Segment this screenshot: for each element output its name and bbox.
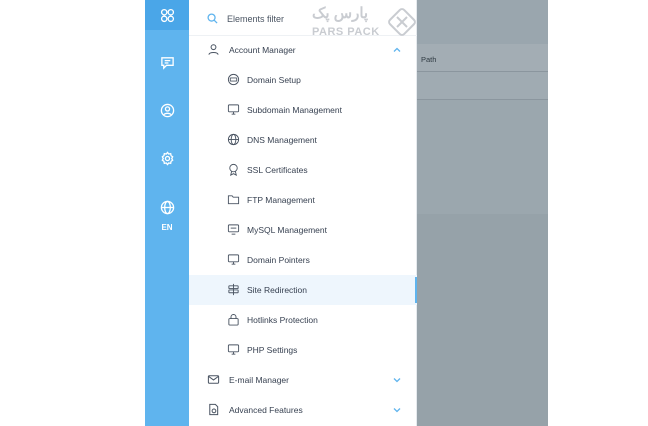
menu-item-label: Site Redirection bbox=[247, 285, 308, 295]
menu-item-hotlinks-protection[interactable]: Hotlinks Protection bbox=[189, 305, 417, 335]
content-band-lower bbox=[417, 214, 548, 426]
user-icon bbox=[160, 103, 174, 117]
menu-item-php-settings[interactable]: PHP Settings bbox=[189, 335, 417, 365]
ftp-folder-icon bbox=[227, 195, 240, 205]
menu-account-manager-label: Account Manager bbox=[229, 45, 296, 55]
globe-icon bbox=[160, 200, 174, 214]
menu-item-subdomain-management[interactable]: Subdomain Management bbox=[189, 95, 417, 125]
menu-advanced-features[interactable]: Advanced Features bbox=[189, 395, 417, 425]
menu-item-dns-management[interactable]: DNS Management bbox=[189, 125, 417, 155]
menu-email-manager-label: E-mail Manager bbox=[229, 375, 289, 385]
menu-advanced-features-label: Advanced Features bbox=[229, 405, 303, 415]
menu-item-label: Domain Pointers bbox=[247, 255, 310, 265]
dns-icon bbox=[227, 133, 240, 146]
menu-item-label: SSL Certificates bbox=[247, 165, 308, 175]
table-row-band bbox=[417, 72, 548, 100]
parspack-logo: پارس پک PARS PACK bbox=[312, 4, 422, 42]
background-content: Path bbox=[417, 0, 548, 426]
logo-farsi-text: پارس پک bbox=[312, 5, 369, 22]
menu-item-ssl-certificates[interactable]: SSL Certificates bbox=[189, 155, 417, 185]
menu-item-label: Hotlinks Protection bbox=[247, 315, 318, 325]
menu-email-manager[interactable]: E-mail Manager bbox=[189, 365, 417, 395]
menu-item-label: Subdomain Management bbox=[247, 105, 342, 115]
menu-item-domain-pointers[interactable]: Domain Pointers bbox=[189, 245, 417, 275]
rail-language-button[interactable] bbox=[145, 193, 189, 221]
chevron-down-icon bbox=[393, 378, 401, 383]
chevron-down-icon bbox=[393, 408, 401, 413]
lock-icon bbox=[228, 314, 239, 326]
rail-chat-button[interactable] bbox=[145, 48, 189, 76]
sidebar-menu: Elements filter Account Manager Domain S… bbox=[189, 0, 417, 426]
menu-item-ftp-management[interactable]: FTP Management bbox=[189, 185, 417, 215]
logo-english-text: PARS PACK bbox=[312, 26, 380, 38]
icon-rail: EN bbox=[145, 0, 189, 426]
menu-item-site-redirection[interactable]: Site Redirection bbox=[189, 275, 417, 305]
menu-item-mysql-management[interactable]: MySQL Management bbox=[189, 215, 417, 245]
elements-filter-label: Elements filter bbox=[227, 14, 285, 24]
rail-settings-button[interactable] bbox=[145, 144, 189, 172]
mysql-icon bbox=[227, 224, 240, 235]
domain-pointer-icon bbox=[227, 254, 240, 265]
menu-item-label: FTP Management bbox=[247, 195, 315, 205]
menu-item-label: MySQL Management bbox=[247, 225, 327, 235]
chevron-up-icon bbox=[393, 47, 401, 52]
mail-icon bbox=[207, 375, 220, 384]
grid-icon bbox=[160, 8, 174, 22]
ssl-icon bbox=[229, 163, 238, 176]
advanced-features-icon bbox=[209, 403, 219, 416]
menu-item-label: Domain Setup bbox=[247, 75, 301, 85]
menu-item-domain-setup[interactable]: Domain Setup bbox=[189, 65, 417, 95]
language-label[interactable]: EN bbox=[145, 223, 189, 232]
account-icon bbox=[208, 44, 219, 55]
table-header-band bbox=[417, 44, 548, 72]
settings-icon bbox=[160, 150, 174, 166]
chat-icon bbox=[160, 56, 174, 70]
search-icon bbox=[207, 13, 218, 24]
parspack-logo-icon bbox=[388, 8, 416, 36]
menu-item-label: DNS Management bbox=[247, 135, 317, 145]
screenshot-stage: Path EN Elements filter Account Manager … bbox=[0, 0, 648, 426]
domain-setup-icon bbox=[227, 73, 240, 86]
menu-item-label: PHP Settings bbox=[247, 345, 298, 355]
path-column-header: Path bbox=[421, 55, 437, 64]
redirect-icon bbox=[228, 283, 239, 296]
subdomain-icon bbox=[227, 104, 240, 115]
php-icon bbox=[227, 344, 240, 355]
content-band bbox=[417, 100, 548, 214]
rail-grid-button[interactable] bbox=[145, 1, 189, 29]
rail-user-button[interactable] bbox=[145, 96, 189, 124]
